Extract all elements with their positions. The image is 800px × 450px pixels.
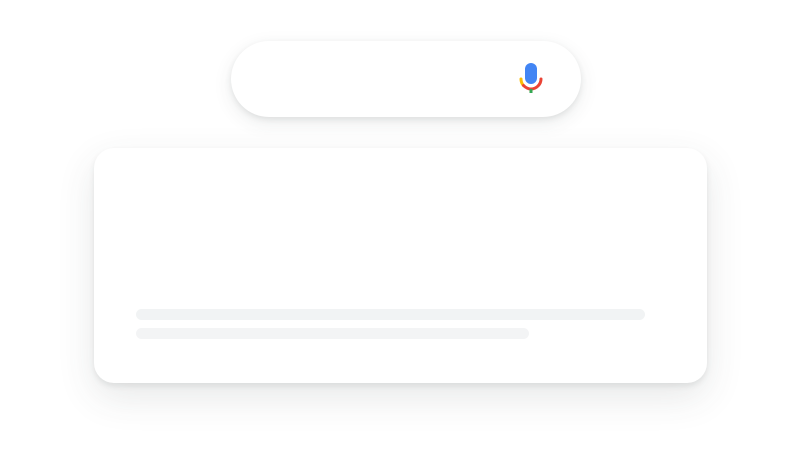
page [0,0,800,450]
voice-search-button[interactable] [515,59,547,99]
loading-placeholder-line [136,328,529,339]
microphone-icon [519,63,543,93]
results-card [94,148,707,383]
search-input[interactable] [259,63,513,97]
loading-placeholder-line [136,309,645,320]
search-bar[interactable] [231,41,581,117]
